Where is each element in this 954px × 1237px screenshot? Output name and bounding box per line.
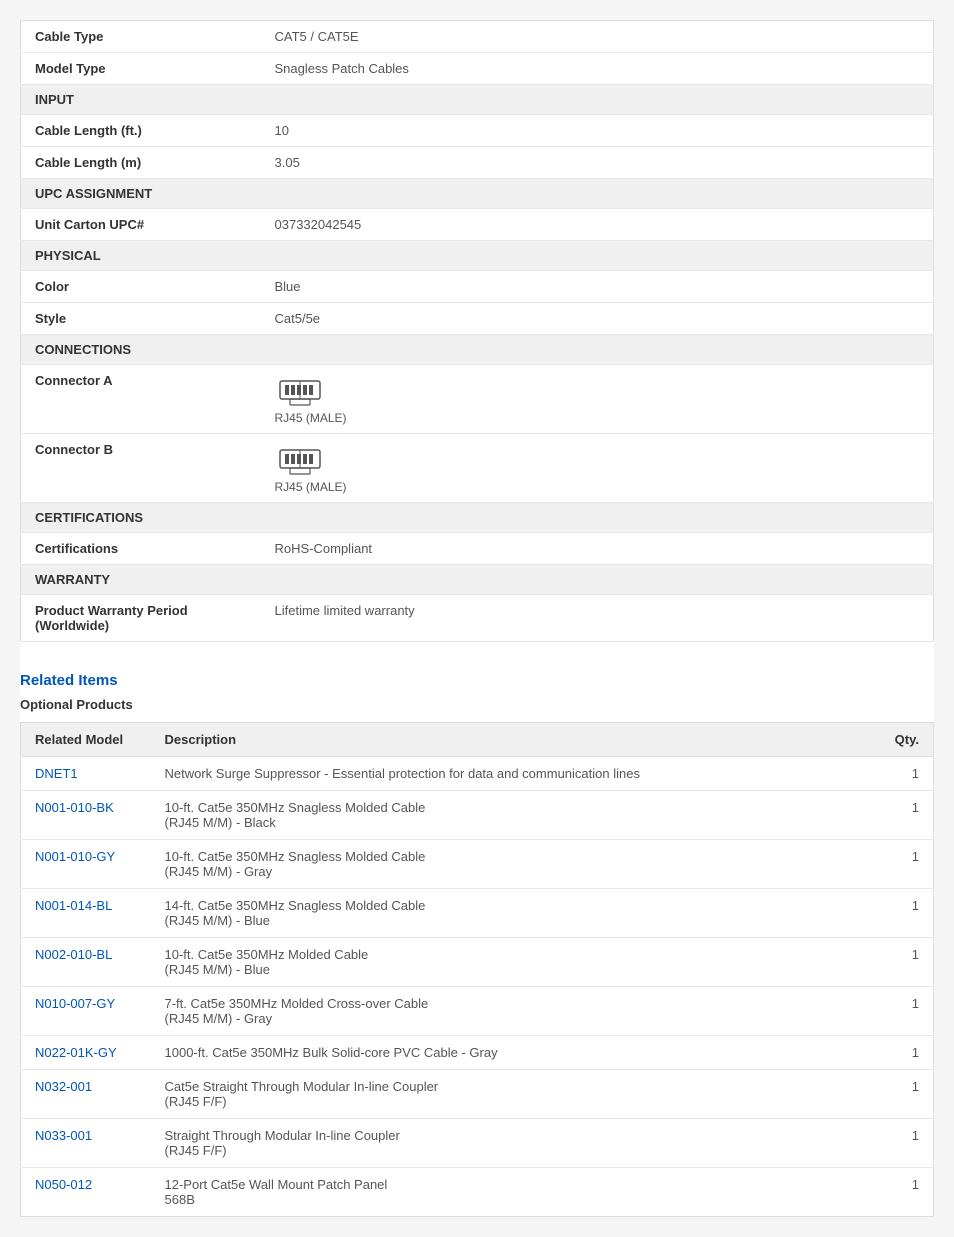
spec-value: Blue <box>261 271 934 303</box>
table-row: N022-01K-GY 1000-ft. Cat5e 350MHz Bulk So… <box>21 1036 934 1070</box>
related-description-cell: 7-ft. Cat5e 350MHz Molded Cross-over Cab… <box>151 987 874 1036</box>
related-model-cell[interactable]: DNET1 <box>21 757 151 791</box>
related-description-cell: Cat5e Straight Through Modular In-line C… <box>151 1070 874 1119</box>
model-link[interactable]: N001-014-BL <box>35 898 112 913</box>
related-model-cell[interactable]: N010-007-GY <box>21 987 151 1036</box>
related-description-cell: 14-ft. Cat5e 350MHz Snagless Molded Cabl… <box>151 889 874 938</box>
spec-value: 3.05 <box>261 147 934 179</box>
related-description-cell: 10-ft. Cat5e 350MHz Snagless Molded Cabl… <box>151 840 874 889</box>
spec-label: Color <box>21 271 261 303</box>
section-header-cell: CONNECTIONS <box>21 335 934 365</box>
related-description-cell: 10-ft. Cat5e 350MHz Molded Cable(RJ45 M/… <box>151 938 874 987</box>
related-model-cell[interactable]: N050-012 <box>21 1168 151 1217</box>
table-row: N033-001 Straight Through Modular In-line… <box>21 1119 934 1168</box>
section-header-cell: CERTIFICATIONS <box>21 503 934 533</box>
connector-label: RJ45 (MALE) <box>275 480 347 494</box>
spec-label: Cable Length (ft.) <box>21 115 261 147</box>
spec-label: Product Warranty Period (Worldwide) <box>21 595 261 642</box>
model-link[interactable]: N033-001 <box>35 1128 92 1143</box>
related-qty-cell: 1 <box>874 840 934 889</box>
spec-value: Snagless Patch Cables <box>261 53 934 85</box>
spec-value: 10 <box>261 115 934 147</box>
related-qty-cell: 1 <box>874 987 934 1036</box>
related-qty-cell: 1 <box>874 791 934 840</box>
spec-label: Connector A <box>21 365 261 434</box>
model-link[interactable]: N010-007-GY <box>35 996 115 1011</box>
related-qty-cell: 1 <box>874 889 934 938</box>
section-header-cell: UPC ASSIGNMENT <box>21 179 934 209</box>
connector-value: RJ45 (MALE) <box>261 434 934 503</box>
related-description-cell: 1000-ft. Cat5e 350MHz Bulk Solid-core PV… <box>151 1036 874 1070</box>
spec-value: Lifetime limited warranty <box>261 595 934 642</box>
related-model-cell[interactable]: N001-010-BK <box>21 791 151 840</box>
model-link[interactable]: N001-010-GY <box>35 849 115 864</box>
spec-label: Cable Type <box>21 21 261 53</box>
model-link[interactable]: DNET1 <box>35 766 78 781</box>
related-qty-cell: 1 <box>874 757 934 791</box>
related-model-cell[interactable]: N022-01K-GY <box>21 1036 151 1070</box>
related-model-cell[interactable]: N032-001 <box>21 1070 151 1119</box>
section-header-cell: INPUT <box>21 85 934 115</box>
related-section: Related Items Optional Products Related … <box>20 672 934 1217</box>
related-description-cell: 12-Port Cat5e Wall Mount Patch Panel568B <box>151 1168 874 1217</box>
related-qty-cell: 1 <box>874 938 934 987</box>
spec-label: Model Type <box>21 53 261 85</box>
model-link[interactable]: N032-001 <box>35 1079 92 1094</box>
related-description-cell: Straight Through Modular In-line Coupler… <box>151 1119 874 1168</box>
related-description-cell: Network Surge Suppressor - Essential pro… <box>151 757 874 791</box>
table-row: DNET1 Network Surge Suppressor - Essentia… <box>21 757 934 791</box>
qty-col-header: Qty. <box>874 723 934 757</box>
related-model-cell[interactable]: N002-010-BL <box>21 938 151 987</box>
related-qty-cell: 1 <box>874 1036 934 1070</box>
description-col-header: Description <box>151 723 874 757</box>
related-qty-cell: 1 <box>874 1119 934 1168</box>
model-col-header: Related Model <box>21 723 151 757</box>
page-wrapper: Cable TypeCAT5 / CAT5EModel TypeSnagless… <box>20 20 934 1217</box>
specs-table: Cable TypeCAT5 / CAT5EModel TypeSnagless… <box>20 20 934 642</box>
spec-value: RoHS-Compliant <box>261 533 934 565</box>
related-items-table: Related Model Description Qty. DNET1 Netw… <box>20 722 934 1217</box>
model-link[interactable]: N022-01K-GY <box>35 1045 117 1060</box>
table-row: N001-010-GY 10-ft. Cat5e 350MHz Snagless … <box>21 840 934 889</box>
related-model-cell[interactable]: N001-010-GY <box>21 840 151 889</box>
related-model-cell[interactable]: N001-014-BL <box>21 889 151 938</box>
table-row: N002-010-BL 10-ft. Cat5e 350MHz Molded Ca… <box>21 938 934 987</box>
connector-label: RJ45 (MALE) <box>275 411 347 425</box>
spec-label: Connector B <box>21 434 261 503</box>
table-row: N001-014-BL 14-ft. Cat5e 350MHz Snagless … <box>21 889 934 938</box>
connector-value: RJ45 (MALE) <box>261 365 934 434</box>
related-qty-cell: 1 <box>874 1168 934 1217</box>
optional-products-label: Optional Products <box>20 697 934 712</box>
section-header-cell: PHYSICAL <box>21 241 934 271</box>
table-row: N010-007-GY 7-ft. Cat5e 350MHz Molded Cro… <box>21 987 934 1036</box>
table-row: N032-001 Cat5e Straight Through Modular I… <box>21 1070 934 1119</box>
related-qty-cell: 1 <box>874 1070 934 1119</box>
section-header-cell: WARRANTY <box>21 565 934 595</box>
model-link[interactable]: N050-012 <box>35 1177 92 1192</box>
table-row: N001-010-BK 10-ft. Cat5e 350MHz Snagless … <box>21 791 934 840</box>
spec-label: Cable Length (m) <box>21 147 261 179</box>
spec-label: Unit Carton UPC# <box>21 209 261 241</box>
related-description-cell: 10-ft. Cat5e 350MHz Snagless Molded Cabl… <box>151 791 874 840</box>
spec-value: 037332042545 <box>261 209 934 241</box>
spec-label: Certifications <box>21 533 261 565</box>
related-items-title: Related Items <box>20 672 934 689</box>
spec-value: CAT5 / CAT5E <box>261 21 934 53</box>
table-row: N050-012 12-Port Cat5e Wall Mount Patch P… <box>21 1168 934 1217</box>
model-link[interactable]: N002-010-BL <box>35 947 112 962</box>
spec-label: Style <box>21 303 261 335</box>
model-link[interactable]: N001-010-BK <box>35 800 114 815</box>
related-model-cell[interactable]: N033-001 <box>21 1119 151 1168</box>
spec-value: Cat5/5e <box>261 303 934 335</box>
